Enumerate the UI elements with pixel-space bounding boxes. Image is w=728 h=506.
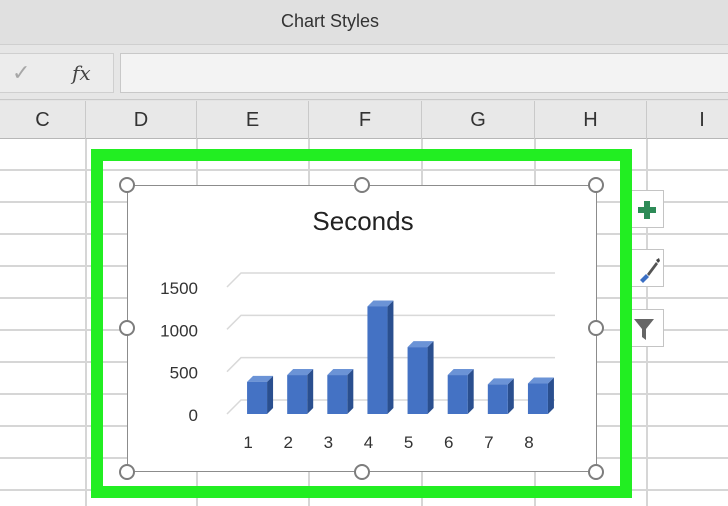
- resize-handle-top-left[interactable]: [119, 177, 135, 193]
- bar[interactable]: [447, 369, 474, 414]
- chart-area[interactable]: Seconds 0 500 1000 1500 1 2 3 4 5 6 7 8: [127, 185, 597, 472]
- bar[interactable]: [287, 369, 314, 414]
- chart-elements-button[interactable]: [632, 190, 664, 228]
- bar[interactable]: [487, 378, 514, 414]
- gridline: [226, 272, 555, 288]
- column-headers: C D E F G H I: [0, 101, 728, 139]
- x-tick-label: 2: [283, 433, 292, 452]
- formula-input[interactable]: [120, 53, 728, 93]
- bar[interactable]: [407, 341, 434, 414]
- filter-icon: [634, 319, 654, 340]
- paintbrush-icon: [640, 258, 660, 283]
- y-tick-label: 0: [189, 406, 198, 425]
- x-tick-label: 1: [243, 433, 252, 452]
- y-tick-label: 1500: [160, 279, 198, 298]
- resize-handle-bottom[interactable]: [354, 464, 370, 480]
- title-bar: Chart Styles: [0, 0, 728, 44]
- x-tick-label: 6: [444, 433, 453, 452]
- window-title: Chart Styles: [280, 11, 380, 31]
- y-tick-label: 1000: [160, 321, 198, 340]
- resize-handle-bottom-right[interactable]: [588, 464, 604, 480]
- x-tick-label: 8: [524, 433, 533, 452]
- bar[interactable]: [247, 375, 274, 414]
- plus-icon: [638, 201, 656, 219]
- x-tick-label: 5: [404, 433, 413, 452]
- insert-function-button[interactable]: fx: [72, 61, 91, 85]
- chart-styles-button[interactable]: [632, 249, 664, 287]
- x-tick-label: 7: [484, 433, 493, 452]
- formula-controls: ✓ fx: [0, 53, 114, 93]
- bar[interactable]: [527, 377, 554, 414]
- column-header-c[interactable]: C: [0, 101, 86, 139]
- formula-bar: ✓ fx: [0, 44, 728, 100]
- resize-handle-top-right[interactable]: [588, 177, 604, 193]
- chart-plot: 0 500 1000 1500 1 2 3 4 5 6 7 8: [160, 272, 555, 452]
- resize-handle-right[interactable]: [588, 320, 604, 336]
- y-tick-label: 500: [170, 364, 198, 383]
- bar[interactable]: [367, 300, 394, 414]
- enter-check-icon[interactable]: ✓: [12, 60, 30, 86]
- resize-handle-top[interactable]: [354, 177, 370, 193]
- bar[interactable]: [327, 369, 354, 414]
- resize-handle-bottom-left[interactable]: [119, 464, 135, 480]
- x-tick-label: 3: [324, 433, 333, 452]
- x-tick-label: 4: [364, 433, 373, 452]
- chart-filters-button[interactable]: [632, 309, 664, 347]
- resize-handle-left[interactable]: [119, 320, 135, 336]
- column-header-f[interactable]: F: [309, 101, 422, 139]
- column-header-g[interactable]: G: [422, 101, 535, 139]
- column-header-e[interactable]: E: [197, 101, 309, 139]
- column-header-d[interactable]: D: [86, 101, 197, 139]
- column-header-h[interactable]: H: [535, 101, 647, 139]
- column-header-i[interactable]: I: [647, 101, 728, 139]
